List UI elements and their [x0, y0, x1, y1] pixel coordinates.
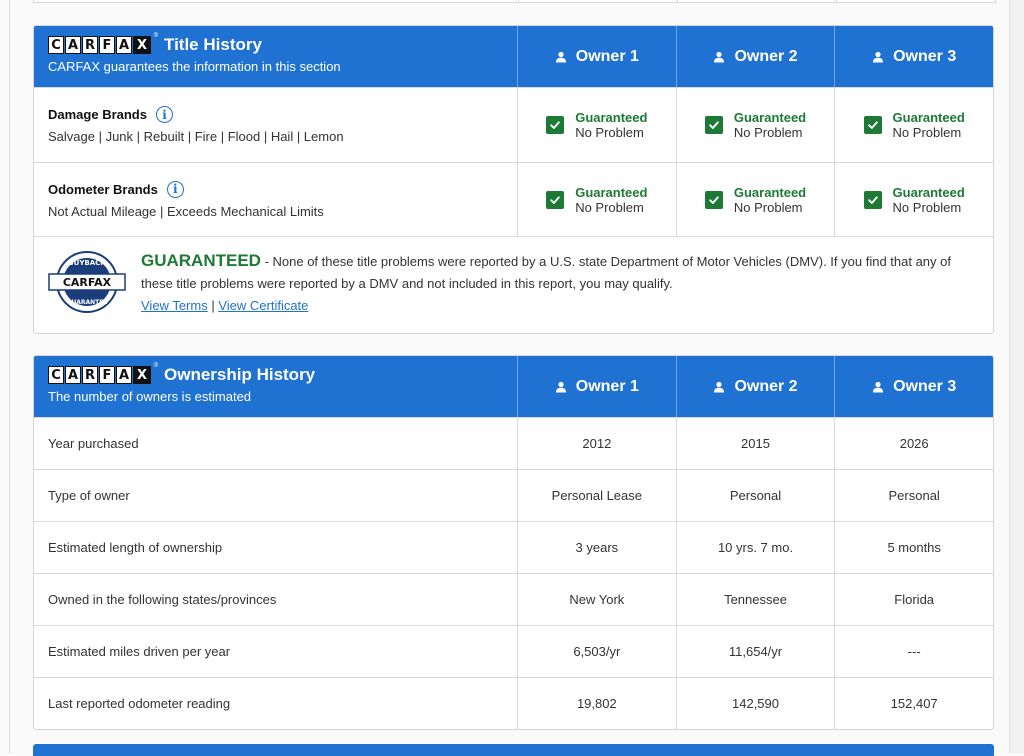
owner-2-header: Owner 2: [675, 356, 835, 417]
info-icon[interactable]: i: [155, 106, 173, 123]
section-title: Title History: [164, 35, 262, 54]
person-icon: [872, 381, 884, 393]
row-details: Salvage | Junk | Rebuilt | Fire | Flood …: [48, 129, 344, 144]
section-title: Ownership History: [164, 365, 316, 384]
person-icon: [713, 381, 725, 393]
owner-3-value: ---: [834, 626, 993, 677]
table-row: Estimated length of ownership 3 years 10…: [34, 521, 993, 573]
owner-1-value: 19,802: [517, 678, 676, 729]
owner-3-value: 2026: [834, 418, 993, 469]
guarantee-text: GUARANTEED - None of these title problem…: [141, 251, 951, 313]
owner-2-value: Tennessee: [675, 574, 835, 625]
table-row: Year purchased 2012 2015 2026: [34, 417, 993, 469]
owner-3-value: 152,407: [834, 678, 993, 729]
owner-2-status: Guaranteed No Problem: [675, 163, 835, 236]
owner-2-value: 11,654/yr: [675, 626, 835, 677]
checkmark-icon: [704, 190, 723, 209]
ownership-history-heading: C A R F A X ® Ownership History The numb…: [34, 356, 517, 417]
buyback-guarantee-seal-icon: CARFAX BUYBACK GUARANTEE: [48, 251, 126, 313]
owner-1-value: 6,503/yr: [517, 626, 676, 677]
owner-3-status: Guaranteed No Problem: [834, 163, 993, 236]
row-label: Type of owner: [48, 488, 130, 503]
person-icon: [713, 51, 725, 63]
person-icon: [872, 51, 884, 63]
guarantee-heading: GUARANTEED: [141, 251, 261, 270]
owner-3-header: Owner 3: [834, 26, 993, 87]
row-title: Damage Brands: [48, 107, 147, 122]
owner-1-status: Guaranteed No Problem: [517, 163, 676, 236]
row-label: Year purchased: [48, 436, 139, 451]
table-row: Last reported odometer reading 19,802 14…: [34, 677, 993, 729]
owner-3-value: Florida: [834, 574, 993, 625]
owner-2-value: 2015: [675, 418, 835, 469]
person-icon: [555, 381, 567, 393]
next-section-header: [33, 744, 994, 756]
owner-3-header: Owner 3: [834, 356, 993, 417]
person-icon: [555, 51, 567, 63]
section-subtitle: CARFAX guarantees the information in thi…: [48, 59, 341, 74]
owner-1-header: Owner 1: [517, 356, 676, 417]
owner-1-value: 3 years: [517, 522, 676, 573]
owner-1-status: Guaranteed No Problem: [517, 88, 676, 162]
owner-2-value: Personal: [675, 470, 835, 521]
checkmark-icon: [546, 116, 565, 134]
guarantee-description: - None of these title problems were repo…: [141, 254, 951, 291]
svg-text:CARFAX: CARFAX: [63, 276, 112, 289]
view-terms-link[interactable]: View Terms: [141, 298, 208, 313]
row-label: Estimated length of ownership: [48, 540, 223, 555]
carfax-logo: C A R F A X ®: [48, 33, 158, 54]
owner-2-value: 10 yrs. 7 mo.: [675, 522, 835, 573]
carfax-logo: C A R F A X ®: [48, 363, 158, 384]
table-row: Type of owner Personal Lease Personal Pe…: [34, 469, 993, 521]
owner-3-status: Guaranteed No Problem: [834, 88, 993, 162]
table-row: Estimated miles driven per year 6,503/yr…: [34, 625, 993, 677]
checkmark-icon: [546, 190, 565, 209]
info-icon[interactable]: i: [166, 180, 184, 198]
row-label: Owned in the following states/provinces: [48, 592, 277, 607]
svg-text:BUYBACK: BUYBACK: [68, 259, 106, 267]
title-history-header: C A R F A X ® Title History CARFAX guara…: [34, 26, 993, 87]
table-row: Owned in the following states/provinces …: [34, 573, 993, 625]
damage-brands-row: Damage Brands i Salvage | Junk | Rebuilt…: [34, 87, 993, 162]
row-label: Estimated miles driven per year: [48, 644, 231, 659]
buyback-guarantee: CARFAX BUYBACK GUARANTEE GUARANTEED - No…: [34, 236, 993, 333]
ownership-history-header: C A R F A X ® Ownership History The numb…: [34, 356, 993, 417]
owner-3-value: Personal: [834, 470, 993, 521]
page-left-border: [9, 0, 10, 753]
row-title: Odometer Brands: [48, 181, 158, 197]
previous-section-bottom: [33, 0, 996, 3]
svg-text:GUARANTEE: GUARANTEE: [67, 299, 108, 306]
owner-2-header: Owner 2: [675, 26, 835, 87]
owner-1-value: New York: [517, 574, 676, 625]
owner-2-status: Guaranteed No Problem: [675, 88, 835, 162]
ownership-history-section: C A R F A X ® Ownership History The numb…: [33, 355, 994, 730]
section-subtitle: The number of owners is estimated: [48, 389, 252, 404]
row-details: Not Actual Mileage | Exceeds Mechanical …: [48, 203, 324, 219]
checkmark-icon: [704, 116, 723, 134]
row-label: Last reported odometer reading: [48, 696, 231, 711]
title-history-heading: C A R F A X ® Title History CARFAX guara…: [34, 26, 517, 87]
view-certificate-link[interactable]: View Certificate: [218, 298, 308, 313]
title-history-section: C A R F A X ® Title History CARFAX guara…: [33, 25, 994, 334]
owner-1-value: Personal Lease: [517, 470, 676, 521]
checkmark-icon: [863, 116, 882, 134]
checkmark-icon: [863, 190, 882, 209]
owner-3-value: 5 months: [834, 522, 993, 573]
odometer-brands-row: Odometer Brands i Not Actual Mileage | E…: [34, 162, 993, 236]
owner-1-header: Owner 1: [517, 26, 676, 87]
owner-2-value: 142,590: [675, 678, 835, 729]
scrollbar[interactable]: [1009, 0, 1024, 753]
owner-1-value: 2012: [517, 418, 676, 469]
